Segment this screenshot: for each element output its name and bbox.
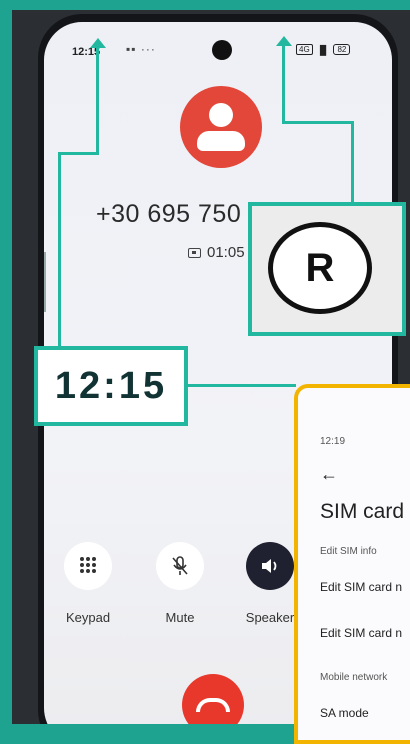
keypad-button[interactable]: Keypad [48, 542, 128, 625]
battery-icon: 82 [333, 44, 351, 55]
signal-icon: ▐▌ [316, 44, 330, 55]
mute-button[interactable]: Mute [140, 542, 220, 625]
r-callout-text: R [305, 245, 335, 290]
section-mobile-network: Mobile network [320, 672, 388, 683]
keypad-icon [64, 542, 112, 590]
mute-label: Mute [165, 610, 195, 625]
r-connector-vertical [282, 46, 285, 124]
keypad-label: Keypad [65, 610, 111, 625]
status-right-icons: 4G ▐▌ 82 [296, 44, 351, 55]
r-connector-horizontal [282, 121, 354, 124]
avatar-body [197, 131, 245, 151]
time-to-sim-connector [186, 384, 296, 387]
sa-mode-item[interactable]: SA mode [320, 706, 369, 720]
side-edge [44, 252, 46, 312]
r-callout: R [248, 202, 406, 336]
sim-settings-panel: 12:19 ← SIM card Edit SIM info Edit SIM … [294, 384, 410, 744]
edit-sim-card-item-2[interactable]: Edit SIM card n [320, 626, 402, 640]
edit-sim-card-item-1[interactable]: Edit SIM card n [320, 580, 402, 594]
time-connector-horizontal [58, 152, 99, 155]
time-connector-vertical [96, 48, 99, 154]
data-badge: 4G [296, 44, 313, 55]
speaker-icon [246, 542, 294, 590]
call-timer: 01:05 [188, 244, 245, 261]
time-callout-text: 12:15 [54, 364, 168, 407]
contact-avatar [180, 86, 262, 168]
sim-status-time: 12:19 [320, 436, 346, 447]
end-call-button[interactable] [182, 674, 244, 724]
section-edit-sim-info: Edit SIM info [320, 546, 377, 557]
sim-card-title: SIM card [320, 500, 405, 523]
time-arrow-icon [90, 38, 106, 48]
avatar-head [209, 103, 233, 127]
camera-cutout [212, 40, 232, 60]
r-circle-icon: R [268, 222, 372, 314]
call-duration: 01:05 [207, 244, 245, 261]
r-connector-drop [351, 121, 354, 205]
back-arrow-icon[interactable]: ← [320, 464, 338, 485]
mute-mic-icon [156, 542, 204, 590]
time-callout: 12:15 [34, 346, 188, 426]
time-connector-drop [58, 152, 61, 348]
call-status-icon [188, 247, 201, 258]
end-call-icon [196, 698, 230, 712]
r-arrow-icon [276, 36, 292, 46]
status-notification-icons: ▪▪ ··· [126, 42, 156, 56]
